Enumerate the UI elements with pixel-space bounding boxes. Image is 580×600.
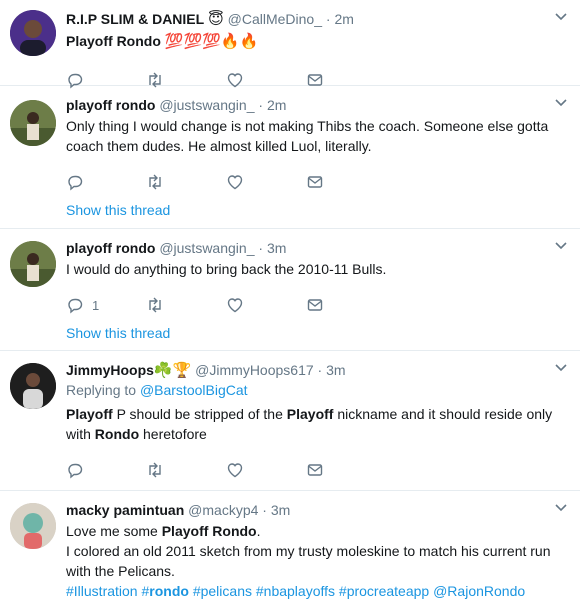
- mention-link[interactable]: @BarstoolBigCat: [140, 382, 248, 398]
- like-button[interactable]: [226, 461, 306, 479]
- author-name[interactable]: playoff rondo: [66, 97, 155, 113]
- author-handle[interactable]: @mackyp4: [188, 502, 258, 518]
- hashtag[interactable]: #procreateapp: [339, 583, 429, 599]
- avatar[interactable]: [10, 503, 56, 549]
- like-icon: [227, 298, 243, 313]
- tweet-3[interactable]: playoff rondo @justswangin_ · 3m I would…: [0, 229, 580, 351]
- tweet-text: Love me some Playoff Rondo. I colored an…: [66, 523, 551, 599]
- reply-button[interactable]: [66, 173, 146, 191]
- avatar[interactable]: [10, 10, 56, 56]
- avatar[interactable]: [10, 363, 56, 409]
- retweet-button[interactable]: [146, 296, 226, 314]
- reply-icon: [68, 298, 83, 314]
- tweet-text: I would do anything to bring back the 20…: [66, 261, 387, 277]
- author-name[interactable]: R.I.P SLIM & DANIEL: [66, 11, 204, 27]
- name-badge: 😇: [208, 11, 224, 28]
- caret-down-icon[interactable]: [554, 361, 568, 375]
- retweet-icon: [149, 297, 161, 313]
- timestamp[interactable]: 3m: [326, 362, 345, 378]
- like-icon: [227, 175, 243, 190]
- hashtag[interactable]: #nbaplayoffs: [256, 583, 335, 599]
- author-handle[interactable]: @JimmyHoops617: [195, 362, 313, 378]
- dm-button[interactable]: [306, 296, 386, 314]
- caret-down-icon[interactable]: [554, 10, 568, 24]
- timestamp[interactable]: 3m: [267, 240, 286, 256]
- hashtag[interactable]: #Illustration: [66, 583, 138, 599]
- tweet-4[interactable]: JimmyHoops☘️🏆 @JimmyHoops617 · 3m Replyi…: [0, 351, 580, 491]
- dm-button[interactable]: [306, 173, 386, 191]
- tweet-text: Playoff P should be stripped of the Play…: [66, 406, 553, 442]
- caret-down-icon[interactable]: [554, 96, 568, 110]
- dm-icon: [307, 299, 323, 311]
- name-badge: ☘️🏆: [153, 362, 192, 379]
- reply-icon: [68, 463, 83, 479]
- reply-button[interactable]: [66, 461, 146, 479]
- author-name[interactable]: playoff rondo: [66, 240, 155, 256]
- dm-icon: [307, 176, 323, 188]
- retweet-icon: [149, 174, 161, 190]
- hashtag[interactable]: #rondo: [141, 583, 188, 599]
- mention-link[interactable]: @RajonRondo: [433, 583, 525, 599]
- timestamp[interactable]: 2m: [334, 11, 353, 27]
- tweet-5[interactable]: macky pamintuan @mackyp4 · 3m Love me so…: [0, 491, 580, 600]
- author-handle[interactable]: @justswangin_: [159, 240, 254, 256]
- author-handle[interactable]: @justswangin_: [159, 97, 254, 113]
- dm-button[interactable]: [306, 461, 386, 479]
- hashtag[interactable]: #pelicans: [193, 583, 252, 599]
- tweet-text: Playoff Rondo 💯💯💯🔥🔥: [66, 33, 259, 50]
- reply-icon: [68, 175, 83, 191]
- dm-icon: [307, 464, 323, 476]
- tweet-2[interactable]: playoff rondo @justswangin_ · 2m Only th…: [0, 86, 580, 229]
- replying-to: Replying to @BarstoolBigCat: [66, 382, 248, 398]
- caret-down-icon[interactable]: [554, 239, 568, 253]
- reply-count: 1: [92, 297, 100, 313]
- like-button[interactable]: [226, 296, 306, 314]
- timestamp[interactable]: 3m: [271, 502, 290, 518]
- author-name[interactable]: macky pamintuan: [66, 502, 184, 518]
- tweet-text: Only thing I would change is not making …: [66, 118, 549, 154]
- show-thread-link[interactable]: Show this thread: [66, 202, 568, 232]
- like-icon: [227, 463, 243, 478]
- tweet-1[interactable]: R.I.P SLIM & DANIEL 😇 @CallMeDino_ · 2m …: [0, 0, 580, 89]
- caret-down-icon[interactable]: [554, 501, 568, 515]
- retweet-icon: [149, 462, 161, 478]
- author-name[interactable]: JimmyHoops: [66, 362, 154, 378]
- author-handle[interactable]: @CallMeDino_: [228, 11, 322, 27]
- avatar[interactable]: [10, 100, 56, 146]
- retweet-button[interactable]: [146, 173, 226, 191]
- retweet-button[interactable]: [146, 461, 226, 479]
- avatar[interactable]: [10, 241, 56, 287]
- like-button[interactable]: [226, 173, 306, 191]
- reply-button[interactable]: 1: [66, 296, 146, 314]
- timestamp[interactable]: 2m: [267, 97, 286, 113]
